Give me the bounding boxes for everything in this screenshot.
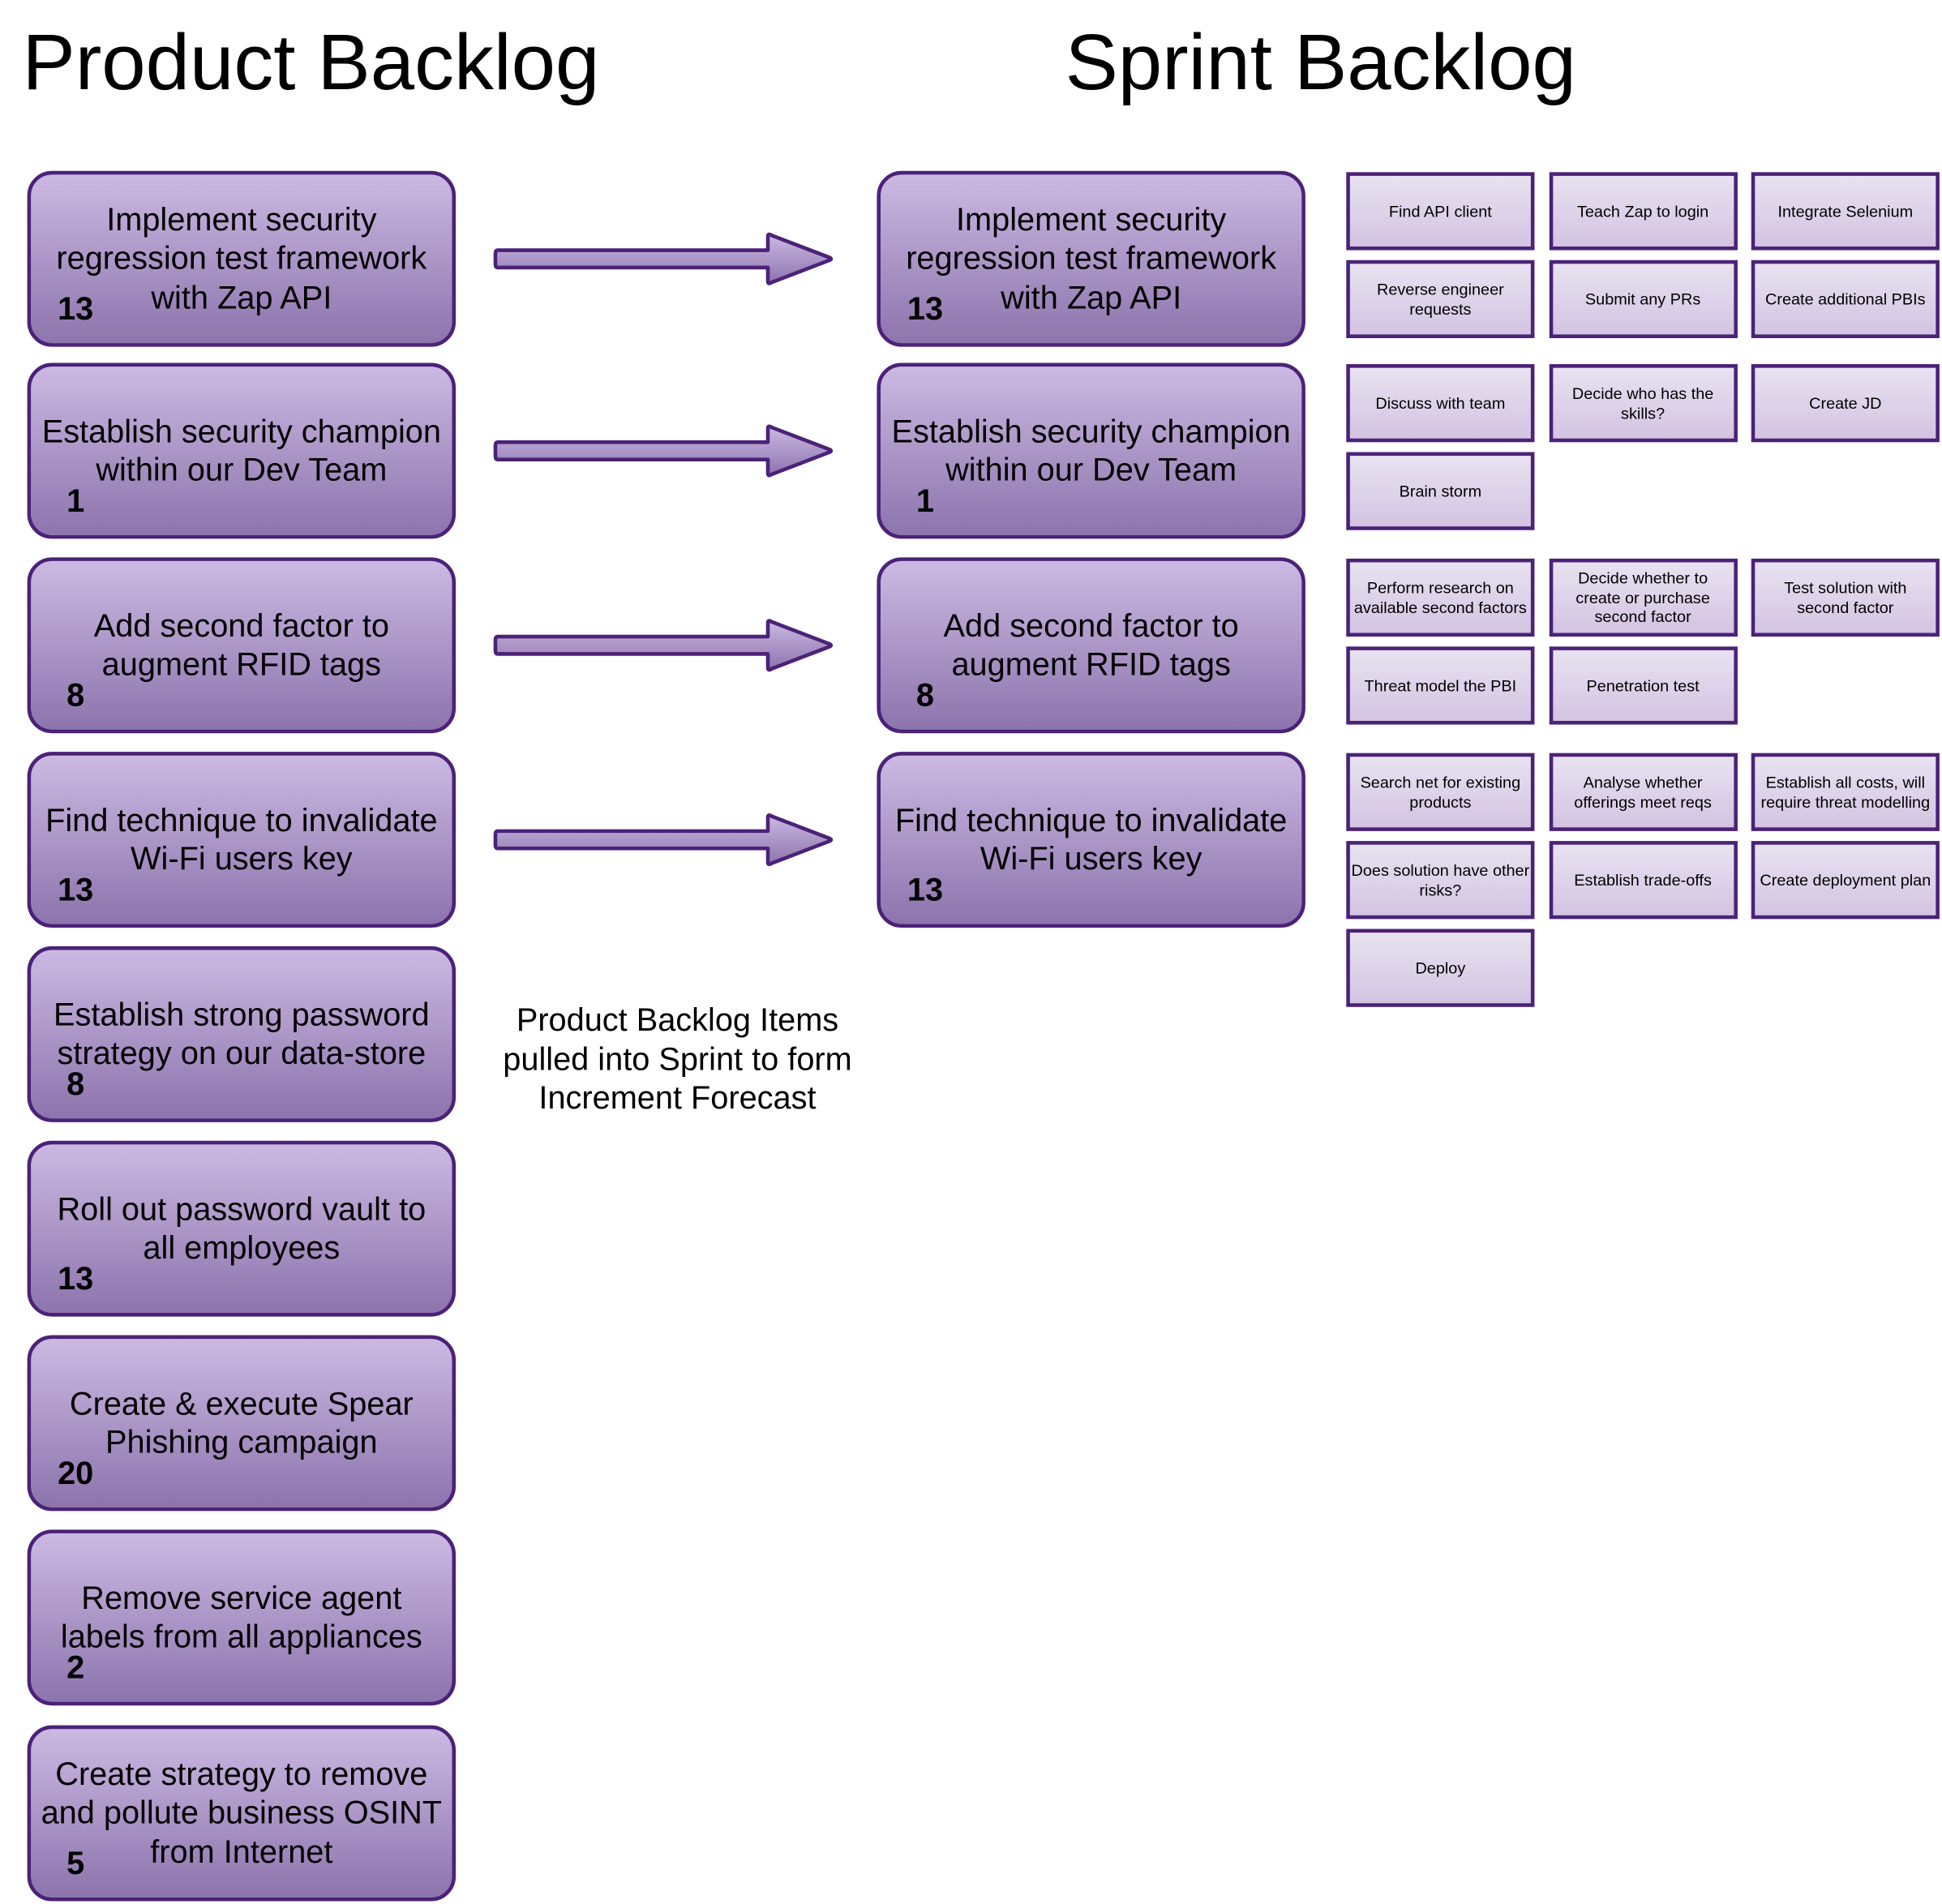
backlog-item-card[interactable]: Implement security regression test frame… (27, 170, 457, 347)
backlog-item-card[interactable]: Establish strong password strategy on ou… (27, 946, 457, 1122)
task-card[interactable]: Teach Zap to login (1549, 172, 1738, 251)
arrow-right-icon (493, 813, 834, 867)
story-points: 2 (66, 1648, 85, 1686)
task-card[interactable]: Threat model the PBI (1346, 646, 1535, 725)
backlog-item-text: Find technique to invalidate Wi-Fi users… (894, 800, 1288, 877)
scrum-backlog-diagram: Product Backlog Sprint Backlog Product B… (0, 0, 1942, 1904)
story-points: 8 (66, 1065, 85, 1103)
backlog-item-text: Roll out password vault to all employees (57, 1190, 427, 1267)
task-card[interactable]: Create deployment plan (1751, 841, 1940, 920)
task-card[interactable]: Analyse whether offerings meet reqs (1549, 753, 1738, 831)
task-card[interactable]: Test solution with second factor (1751, 558, 1940, 637)
story-points: 13 (907, 289, 944, 328)
story-points: 20 (58, 1454, 94, 1491)
task-card[interactable]: Create JD (1751, 364, 1940, 443)
backlog-item-text: Create & execute Spear Phishing campaign (69, 1383, 414, 1460)
backlog-item-text: Establish security champion within our D… (891, 411, 1291, 488)
backlog-item-text: Establish strong password strategy on ou… (54, 995, 430, 1072)
story-points: 5 (66, 1844, 85, 1882)
backlog-item-card[interactable]: Add second factor to augment RFID tags 8 (27, 557, 457, 734)
arrow-right-icon (493, 424, 834, 478)
backlog-item-text: Find technique to invalidate Wi-Fi users… (45, 800, 438, 877)
task-card[interactable]: Submit any PRs (1549, 259, 1738, 338)
story-points: 13 (58, 870, 94, 908)
story-points: 1 (66, 482, 85, 519)
backlog-item-card[interactable]: Establish security champion within our D… (27, 362, 457, 539)
story-points: 8 (66, 675, 85, 714)
task-card[interactable]: Create additional PBIs (1751, 259, 1940, 338)
task-card[interactable]: Brain storm (1346, 452, 1535, 530)
task-card[interactable]: Find API client (1346, 172, 1535, 251)
task-card[interactable]: Establish trade-offs (1549, 841, 1738, 920)
task-card[interactable]: Penetration test (1549, 646, 1738, 725)
task-card[interactable]: Reverse engineer requests (1346, 259, 1535, 338)
task-card[interactable]: Integrate Selenium (1751, 172, 1940, 251)
backlog-item-card[interactable]: Establish security champion within our D… (877, 362, 1305, 539)
story-points: 8 (915, 675, 935, 714)
backlog-item-text: Add second factor to augment RFID tags (943, 606, 1239, 683)
story-points: 13 (58, 289, 94, 328)
task-card[interactable]: Does solution have other risks? (1346, 841, 1535, 920)
product-backlog-title: Product Backlog (22, 17, 600, 107)
task-card[interactable]: Establish all costs, will require threat… (1751, 753, 1940, 831)
task-card[interactable]: Discuss with team (1346, 364, 1535, 443)
backlog-item-text: Remove service agent labels from all app… (60, 1578, 422, 1655)
backlog-item-card[interactable]: Remove service agent labels from all app… (27, 1529, 457, 1706)
story-points: 1 (915, 482, 935, 519)
flow-caption: Product Backlog Items pulled into Sprint… (503, 1001, 852, 1117)
backlog-item-text: Establish security champion within our D… (41, 411, 441, 488)
backlog-item-card[interactable]: Roll out password vault to all employees… (27, 1140, 457, 1317)
task-card[interactable]: Decide whether to create or purchase sec… (1549, 558, 1738, 637)
backlog-item-card[interactable]: Create strategy to remove and pollute bu… (27, 1725, 457, 1902)
arrow-right-icon (493, 232, 834, 285)
sprint-backlog-title: Sprint Backlog (1065, 17, 1576, 107)
backlog-item-card[interactable]: Implement security regression test frame… (877, 170, 1305, 347)
backlog-item-card[interactable]: Find technique to invalidate Wi-Fi users… (27, 752, 457, 928)
backlog-item-card[interactable]: Create & execute Spear Phishing campaign… (27, 1335, 457, 1512)
backlog-item-card[interactable]: Add second factor to augment RFID tags 8 (877, 557, 1305, 734)
task-card[interactable]: Deploy (1346, 928, 1535, 1007)
arrow-right-icon (493, 619, 834, 672)
story-points: 13 (58, 1259, 94, 1297)
task-card[interactable]: Perform research on available second fac… (1346, 558, 1535, 637)
story-points: 13 (907, 870, 944, 908)
backlog-item-card[interactable]: Find technique to invalidate Wi-Fi users… (877, 752, 1305, 928)
task-card[interactable]: Search net for existing products (1346, 753, 1535, 831)
backlog-item-text: Add second factor to augment RFID tags (93, 606, 389, 683)
task-card[interactable]: Decide who has the skills? (1549, 364, 1738, 443)
